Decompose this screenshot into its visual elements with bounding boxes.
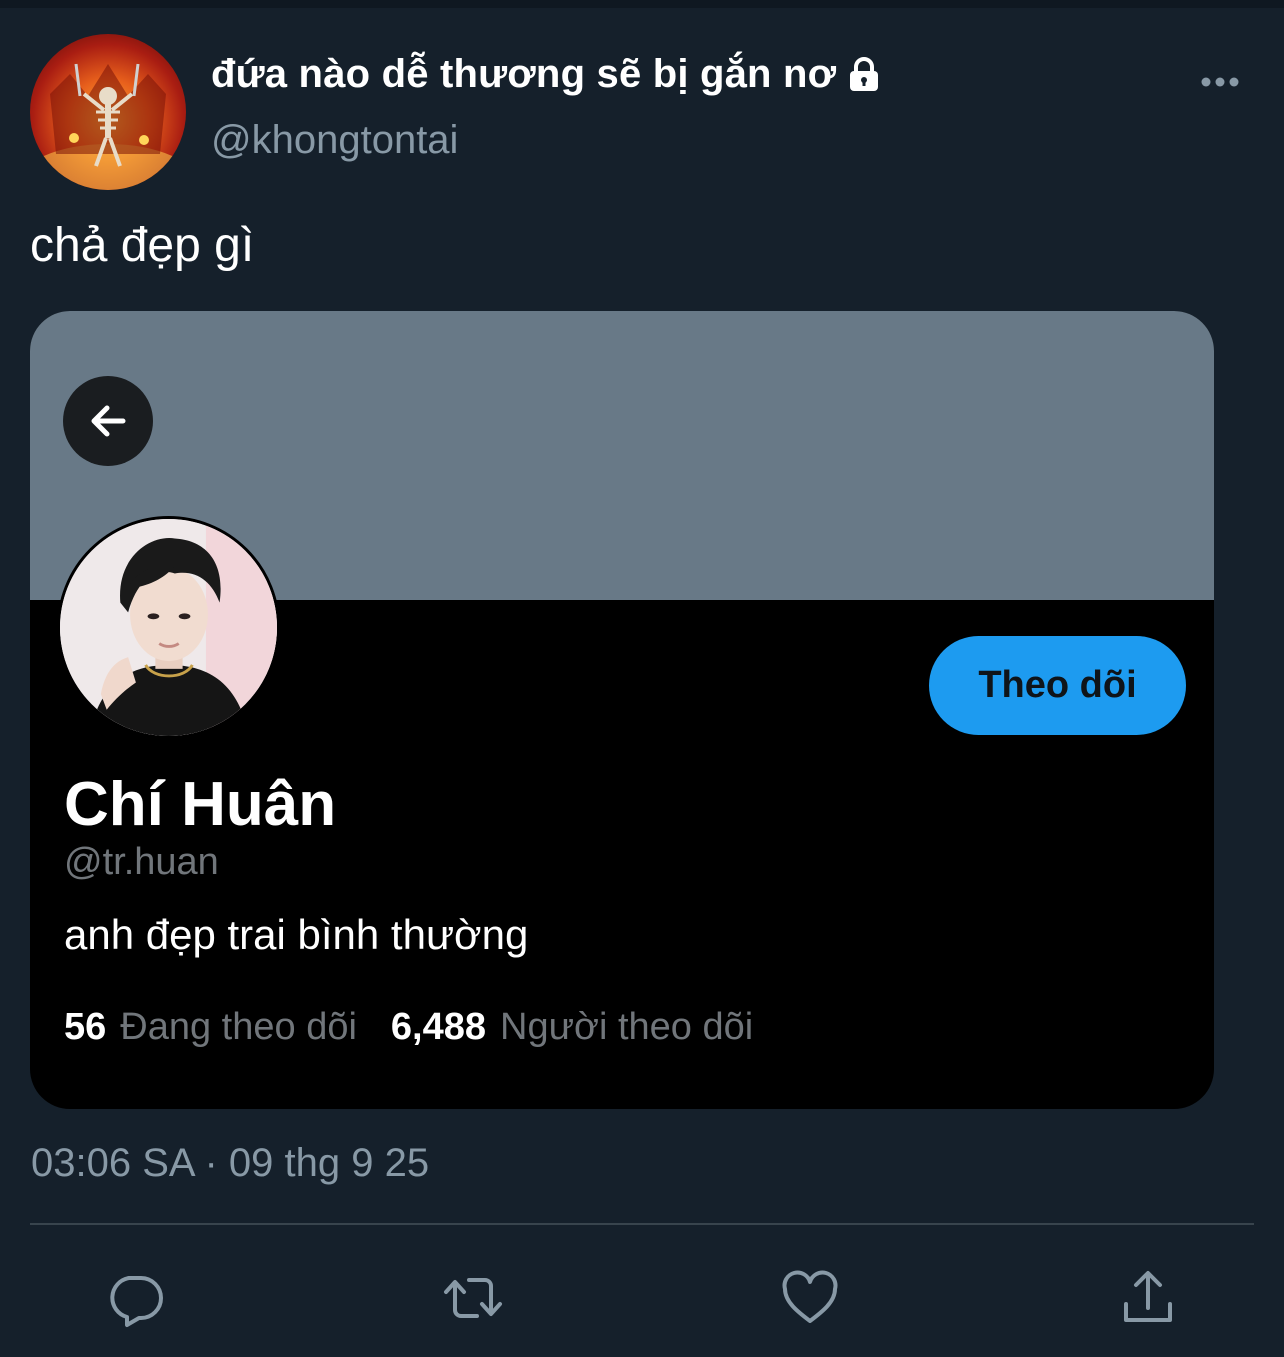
reply-icon (110, 1276, 163, 1327)
reply-button[interactable] (105, 1268, 165, 1328)
author-display-name[interactable]: đứa nào dễ thương sẽ bị gắn nơ (211, 52, 884, 97)
profile-name: Chí Huân (64, 770, 337, 839)
back-button[interactable] (63, 376, 153, 466)
author-handle[interactable]: @khongtontai (211, 118, 458, 163)
tweet-timestamp[interactable]: 03:06 SA · 09 thg 9 25 (31, 1141, 429, 1186)
retweet-button[interactable] (443, 1268, 503, 1328)
profile-photo-image (60, 519, 277, 736)
follow-button[interactable]: Theo dõi (929, 636, 1186, 735)
share-button[interactable] (1118, 1268, 1178, 1328)
followers-label: Người theo dõi (500, 1006, 754, 1048)
following-stat[interactable]: 56 Đang theo dõi (64, 1006, 357, 1049)
like-icon (782, 1270, 838, 1323)
share-icon (1124, 1271, 1172, 1322)
avatar-image (30, 63, 186, 190)
top-divider (0, 0, 1284, 8)
display-name-text: đứa nào dễ thương sẽ bị gắn nơ (211, 52, 837, 96)
embedded-profile-card[interactable]: Theo dõi Chí Huân @tr.huan anh đẹp trai … (30, 311, 1214, 1109)
arrow-left-icon (91, 405, 126, 437)
tweet-text: chả đẹp gì (30, 219, 255, 272)
like-button[interactable] (780, 1268, 840, 1328)
profile-stats: 56 Đang theo dõi 6,488 Người theo dõi (64, 1006, 753, 1049)
lock-icon (844, 55, 884, 95)
followers-stat[interactable]: 6,488 Người theo dõi (391, 1006, 753, 1049)
retweet-icon (444, 1278, 502, 1318)
tweet-detail-page: đứa nào dễ thương sẽ bị gắn nơ @khongton… (0, 0, 1284, 1357)
author-avatar[interactable] (30, 34, 186, 190)
profile-avatar[interactable] (57, 516, 280, 739)
profile-handle: @tr.huan (64, 841, 219, 883)
following-label: Đang theo dõi (120, 1006, 357, 1048)
following-count: 56 (64, 1006, 107, 1048)
profile-bio: anh đẹp trai bình thường (64, 911, 529, 958)
followers-count: 6,488 (390, 1006, 487, 1048)
action-bar-divider (30, 1223, 1254, 1225)
more-options-icon[interactable] (1198, 70, 1242, 94)
